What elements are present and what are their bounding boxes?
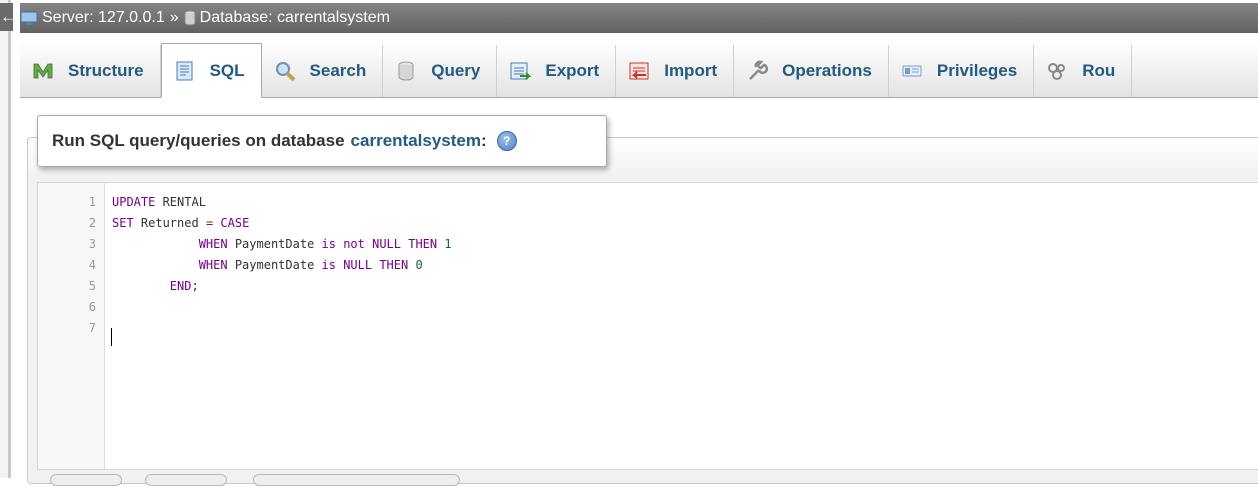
tab-privileges[interactable]: Privileges: [889, 45, 1035, 97]
sql-query-editor[interactable]: 1234567 UPDATE RENTAL SET Returned = CASE…: [37, 182, 1258, 470]
panel-divider[interactable]: [8, 0, 11, 478]
line-number: 5: [88, 279, 96, 293]
code-line: END;: [112, 276, 199, 297]
structure-icon: [32, 60, 54, 82]
code-token: is not NULL THEN: [321, 237, 438, 251]
tab-label: Search: [309, 61, 367, 80]
code-token: is NULL THEN: [321, 258, 409, 272]
search-icon: [274, 60, 296, 82]
server-icon: [20, 11, 38, 25]
bottom-button[interactable]: [145, 474, 227, 486]
tab-query[interactable]: Query: [383, 45, 498, 97]
code-token: RENTAL: [155, 195, 206, 209]
routines-icon: [1046, 60, 1068, 82]
code-token: WHEN: [198, 258, 228, 272]
tab-label: Structure: [68, 61, 144, 80]
code-token: 0: [415, 258, 423, 272]
code-token: PaymentDate: [227, 237, 322, 251]
collapse-arrow-icon[interactable]: ←: [0, 3, 17, 31]
code-token: UPDATE: [112, 195, 156, 209]
left-panel-strip: [0, 0, 11, 478]
tab-label: Rou: [1082, 61, 1116, 80]
tab-rou[interactable]: Rou: [1034, 45, 1133, 97]
breadcrumb-server[interactable]: Server: 127.0.0.1: [20, 3, 165, 33]
tab-search[interactable]: Search: [262, 45, 384, 97]
code-token: PaymentDate: [227, 258, 322, 272]
line-number: 7: [88, 321, 96, 335]
code-token: SET: [112, 216, 134, 230]
tab-label: SQL: [209, 60, 245, 80]
bottom-button[interactable]: [253, 474, 460, 486]
code-token: 1: [444, 237, 452, 251]
import-icon: [628, 60, 650, 82]
tab-bar: Structure SQL Search Query Export Import Opera…: [20, 42, 1258, 98]
sql-icon: [174, 60, 196, 82]
tab-label: Operations: [782, 61, 872, 80]
text-cursor: [111, 328, 112, 346]
tab-structure[interactable]: Structure: [20, 45, 161, 97]
code-line: UPDATE RENTAL: [112, 192, 206, 213]
export-icon: [509, 60, 532, 82]
code-token: Returned: [133, 216, 206, 230]
tab-label: Export: [545, 61, 600, 80]
code-token: END: [169, 279, 192, 293]
tab-label: Import: [664, 61, 718, 80]
line-number: 3: [88, 237, 96, 251]
sql-panel-title: Run SQL query/queries on database carren…: [37, 115, 607, 167]
tab-operations[interactable]: Operations: [734, 45, 889, 97]
line-number: 6: [88, 300, 96, 314]
wrench-icon: [746, 60, 769, 82]
tab-sql[interactable]: SQL: [160, 43, 262, 98]
query-icon: [395, 60, 417, 82]
code-line: SET Returned = CASE: [112, 213, 249, 234]
line-number: 4: [88, 258, 96, 272]
panel-title-colon: :: [480, 131, 487, 150]
breadcrumb-database[interactable]: Database: carrentalsystem: [184, 3, 390, 33]
tab-import[interactable]: Import: [616, 45, 735, 97]
line-number: 2: [88, 216, 96, 230]
database-icon: [184, 10, 196, 26]
code-line: WHEN PaymentDate is NULL THEN 0: [112, 255, 423, 276]
bottom-button[interactable]: [50, 474, 122, 486]
breadcrumb: Server: 127.0.0.1 » Database: carrentals…: [20, 3, 1258, 33]
line-number-gutter: 1 2 3 4 5 6 7: [38, 183, 105, 469]
privileges-icon: [901, 60, 923, 82]
code-line: WHEN PaymentDate is not NULL THEN 1: [112, 234, 452, 255]
tab-label: Query: [431, 61, 481, 80]
tab-label: Privileges: [936, 61, 1018, 80]
panel-title-text: Run SQL query/queries on database: [52, 131, 345, 150]
code-token: ;: [191, 279, 199, 293]
database-label: Database: carrentalsystem: [199, 9, 390, 26]
code-token: CASE: [220, 216, 250, 230]
panel-database-link[interactable]: carrentalsystem: [351, 131, 481, 151]
code-token: WHEN: [198, 237, 228, 251]
tab-export[interactable]: Export: [497, 45, 617, 97]
help-icon[interactable]: ?: [496, 131, 517, 151]
breadcrumb-separator: »: [169, 9, 179, 26]
server-label: Server: 127.0.0.1: [42, 9, 165, 26]
line-number: 1: [88, 195, 96, 209]
